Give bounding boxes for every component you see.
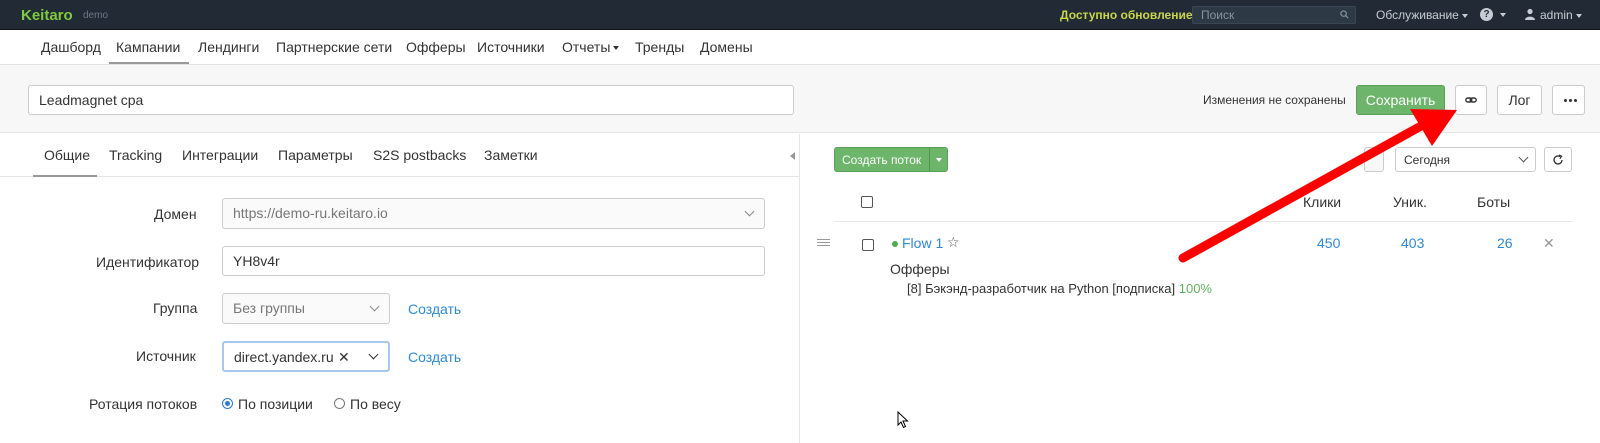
help-icon[interactable]: ?: [1480, 8, 1493, 21]
group-select[interactable]: Без группы: [222, 293, 390, 324]
logo-subtitle: demo: [83, 10, 109, 21]
offer-share: 100%: [1178, 281, 1212, 296]
nav-item-trends[interactable]: Тренды: [635, 39, 684, 55]
tab-active-indicator: [33, 175, 97, 177]
nav-item-sources[interactable]: Источники: [477, 39, 545, 55]
main-nav: Дашборд Кампании Лендинги Партнерские се…: [0, 30, 1600, 65]
offer-item: [8] Бэкэнд-разработчик на Python [подпис…: [907, 281, 1212, 296]
domain-select[interactable]: https://demo-ru.keitaro.io: [222, 198, 765, 229]
user-name: admin: [1540, 8, 1573, 22]
offers-label: Офферы: [890, 261, 950, 277]
chevron-down-icon[interactable]: [936, 158, 942, 162]
source-value: direct.yandex.ru: [234, 349, 334, 365]
select-all-checkbox[interactable]: [861, 196, 873, 208]
settings-tabs: Общие Tracking Интеграции Параметры S2S …: [0, 134, 800, 177]
chevron-down-icon: [369, 301, 380, 312]
service-menu[interactable]: Обслуживание: [1376, 8, 1468, 22]
period-select[interactable]: Сегодня: [1395, 147, 1536, 172]
flow-name-link[interactable]: Flow 1: [902, 235, 943, 251]
nav-item-offers[interactable]: Офферы: [406, 39, 466, 55]
search-box[interactable]: [1192, 6, 1356, 24]
more-actions-button[interactable]: [1552, 85, 1585, 115]
chevron-down-icon: [744, 206, 755, 217]
tab-general[interactable]: Общие: [44, 147, 90, 163]
nav-item-reports[interactable]: Отчеты: [562, 39, 620, 55]
rotation-by-position-label[interactable]: По позиции: [238, 396, 313, 412]
search-icon: [1340, 10, 1349, 19]
chevron-down-icon: [613, 46, 620, 51]
create-group-link[interactable]: Создать: [408, 301, 461, 317]
save-button[interactable]: Сохранить: [1356, 85, 1445, 115]
column-unique[interactable]: Уник.: [1393, 194, 1427, 210]
collapse-pane-icon[interactable]: [790, 152, 795, 160]
column-bots[interactable]: Боты: [1477, 194, 1510, 210]
top-bar: Keitaro demo Доступно обновление! Обслуж…: [0, 0, 1600, 30]
offer-name[interactable]: [8] Бэкэнд-разработчик на Python [подпис…: [907, 281, 1175, 296]
chevron-down-icon: [1500, 13, 1506, 17]
source-label: Источник: [136, 348, 196, 364]
tab-parameters[interactable]: Параметры: [278, 147, 353, 163]
chevron-down-icon: [1461, 13, 1468, 18]
nav-item-landings[interactable]: Лендинги: [198, 39, 259, 55]
user-menu[interactable]: admin: [1540, 8, 1582, 22]
nav-item-campaigns[interactable]: Кампании: [116, 39, 180, 55]
campaign-link-button[interactable]: [1455, 85, 1487, 115]
flow-bots[interactable]: 26: [1497, 235, 1513, 251]
create-flow-button[interactable]: Создать поток: [834, 147, 948, 172]
drag-handle-icon[interactable]: [817, 239, 830, 248]
service-menu-label: Обслуживание: [1376, 8, 1459, 22]
rotation-by-weight-label[interactable]: По весу: [350, 396, 401, 412]
tab-tracking[interactable]: Tracking: [109, 147, 162, 163]
domain-label: Домен: [154, 206, 197, 222]
update-notice-link[interactable]: Доступно обновление!: [1060, 8, 1197, 22]
log-button[interactable]: Лог: [1497, 85, 1542, 115]
campaign-header: Leadmagnet cpa Изменения не сохранены Со…: [0, 65, 1600, 133]
nav-item-dashboard[interactable]: Дашборд: [41, 39, 101, 55]
tab-notes[interactable]: Заметки: [484, 147, 538, 163]
app-logo[interactable]: Keitaro: [21, 7, 73, 24]
period-value: Сегодня: [1404, 153, 1450, 167]
tab-s2s-postbacks[interactable]: S2S postbacks: [373, 147, 466, 163]
search-input[interactable]: [1201, 8, 1331, 22]
flow-clicks[interactable]: 450: [1317, 235, 1340, 251]
unsaved-notice: Изменения не сохранены: [1203, 93, 1346, 107]
refresh-button[interactable]: [1544, 147, 1572, 172]
source-select[interactable]: direct.yandex.ru ✕: [222, 341, 390, 372]
chevron-down-icon: [1575, 13, 1582, 18]
flows-pane: Создать поток Сегодня Клики Уник. Боты F…: [801, 134, 1600, 443]
period-prev-button[interactable]: [1364, 147, 1384, 172]
column-clicks[interactable]: Клики: [1303, 194, 1341, 210]
create-flow-label: Создать поток: [842, 153, 922, 167]
nav-item-domains[interactable]: Домены: [700, 39, 753, 55]
rotation-by-position-radio[interactable]: [222, 398, 233, 409]
link-icon: [1465, 97, 1477, 103]
campaign-settings-pane: Общие Tracking Интеграции Параметры S2S …: [0, 134, 800, 443]
rotation-label: Ротация потоков: [89, 396, 198, 412]
star-icon[interactable]: ☆: [947, 234, 960, 251]
chevron-down-icon: [1518, 152, 1529, 163]
identifier-label: Идентификатор: [96, 254, 200, 270]
flow-unique[interactable]: 403: [1401, 235, 1424, 251]
refresh-icon: [1553, 154, 1563, 165]
more-dots-icon: [1564, 99, 1567, 102]
table-divider: [834, 221, 1572, 222]
create-source-link[interactable]: Создать: [408, 349, 461, 365]
nav-item-affiliate-networks[interactable]: Партнерские сети: [276, 39, 392, 55]
domain-value: https://demo-ru.keitaro.io: [233, 205, 388, 221]
nav-active-indicator: [109, 62, 189, 64]
identifier-input[interactable]: YH8v4r: [222, 246, 765, 276]
clear-icon[interactable]: ✕: [338, 343, 350, 371]
tab-integrations[interactable]: Интеграции: [182, 147, 258, 163]
chevron-down-icon: [368, 349, 379, 360]
group-label: Группа: [153, 300, 198, 316]
status-active-icon: [892, 241, 898, 247]
mouse-cursor-icon: [897, 411, 909, 429]
delete-flow-icon[interactable]: ✕: [1543, 235, 1555, 252]
flow-row-checkbox[interactable]: [862, 239, 874, 251]
campaign-name-input[interactable]: Leadmagnet cpa: [28, 85, 794, 115]
group-value: Без группы: [233, 300, 305, 316]
nav-item-reports-label: Отчеты: [562, 39, 611, 55]
rotation-by-weight-radio[interactable]: [334, 398, 345, 409]
user-icon: [1525, 8, 1535, 20]
